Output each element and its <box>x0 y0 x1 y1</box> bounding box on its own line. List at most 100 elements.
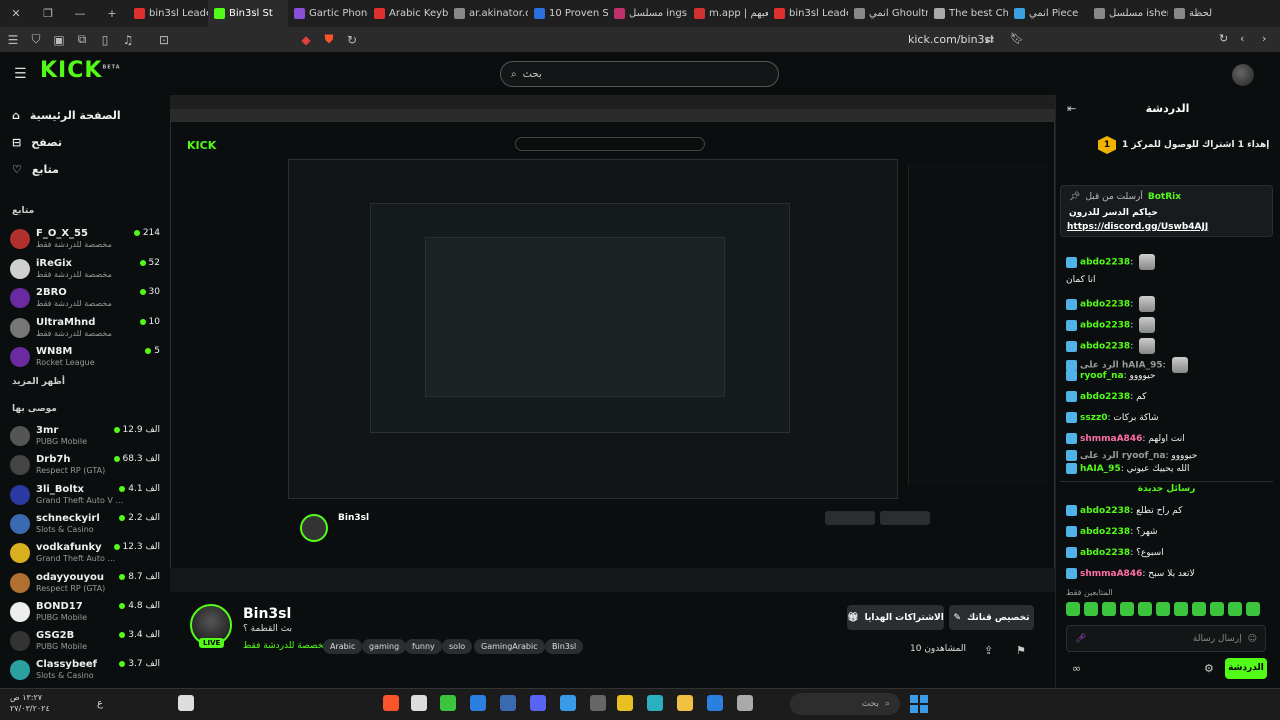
address-bar[interactable]: kick.com/bin3sl <box>908 33 993 46</box>
sidebar-channel[interactable]: schneckyirl Slots & Casino الف 2.2 <box>10 511 160 539</box>
chat-username[interactable]: shmmaA846 <box>1080 434 1142 444</box>
start-button[interactable] <box>910 695 928 713</box>
chat-message[interactable]: hAIA_95: الله يحييك عيوني <box>1066 463 1189 474</box>
sidebar-channel[interactable]: GSG2B PUBG Mobile الف 3.4 <box>10 628 160 656</box>
browser-tab[interactable]: مسلسل isher <box>1088 0 1168 27</box>
sidebar-channel[interactable]: 2BRO مخصصة للدردشة فقط 30 <box>10 285 160 313</box>
chat-message[interactable]: abdo2238: <box>1066 296 1156 312</box>
chat-message[interactable]: sszz0: شاكة بركات <box>1066 412 1159 423</box>
gift-leaderboard[interactable]: 1 إهداء 1 اشتراك للوصول للمركز 1 <box>1098 136 1269 154</box>
sidebar-channel[interactable]: 3mr PUBG Mobile الف 12.9 <box>10 423 160 451</box>
stream-tag[interactable]: funny <box>405 639 442 654</box>
menu-icon[interactable]: ☰ <box>14 66 27 82</box>
emoji-icon[interactable]: ☺ <box>1248 634 1257 644</box>
sidebar-channel[interactable]: Drb7h Respect RP (GTA) الف 68.3 <box>10 452 160 480</box>
brave-icon[interactable] <box>383 695 399 711</box>
tabs-icon[interactable]: ⧉ <box>72 32 92 47</box>
music-icon[interactable]: ♫ <box>118 33 138 47</box>
chat-username[interactable]: abdo2238 <box>1080 258 1130 268</box>
stream-tag[interactable]: Arabic <box>323 639 363 654</box>
minimize-window-icon[interactable]: — <box>64 7 96 20</box>
back-icon[interactable]: ‹ <box>1240 32 1244 45</box>
notepad-icon[interactable] <box>737 695 753 711</box>
chat-username[interactable]: abdo2238 <box>1080 300 1130 310</box>
sidebar-toggle-icon[interactable]: ☰ <box>3 33 23 47</box>
chat-username[interactable]: hAIA_95 <box>1080 464 1121 474</box>
browser-tab[interactable]: The best Cha <box>928 0 1008 27</box>
chat-username[interactable]: abdo2238 <box>1080 527 1130 537</box>
sidebar-channel[interactable]: BOND17 PUBG Mobile الف 4.8 <box>10 599 160 627</box>
stream-tag[interactable]: gaming <box>362 639 407 654</box>
mic-icon[interactable]: 🎤︎ <box>1075 634 1086 644</box>
chat-message[interactable]: abdo2238: كم <box>1066 391 1146 402</box>
browser-tab[interactable]: bin3sl Leade <box>128 0 208 27</box>
sidebar-channel[interactable]: F_O_X_55 مخصصة للدردشة فقط 214 <box>10 226 160 254</box>
sidebar-channel[interactable]: iReGix مخصصة للدردشة فقط 52 <box>10 256 160 284</box>
chat-message[interactable]: انا كمان <box>1066 275 1095 285</box>
chat-message[interactable]: ryoof_na: حيوووو <box>1066 370 1155 381</box>
chat-username[interactable]: abdo2238 <box>1080 321 1130 331</box>
pinned-link[interactable]: https://discord.gg/Uswb4AJJ <box>1067 222 1208 232</box>
chat-username[interactable]: abdo2238 <box>1080 506 1130 516</box>
taskbar-clock[interactable]: ١٣:٢٧ ص ٢٧/٠٣/٢٠٢٤ <box>10 692 50 714</box>
sidebar-channel[interactable]: Classybeef Slots & Casino الف 3.7 <box>10 657 160 685</box>
chat-message[interactable]: abdo2238: <box>1066 254 1156 270</box>
bookmark-icon[interactable]: 🔖︎ <box>1010 32 1024 45</box>
refresh-icon[interactable]: ↻ <box>342 33 362 47</box>
taskbar-search[interactable]: بحث ⌕ <box>790 693 900 715</box>
clock-icon[interactable] <box>411 695 427 711</box>
chat-input[interactable]: 🎤︎ إرسال رسالة ☺ <box>1066 625 1266 652</box>
terminal-icon[interactable] <box>590 695 606 711</box>
pin-icon[interactable]: 📌︎ <box>1069 192 1080 202</box>
chat-username[interactable]: shmmaA846 <box>1080 569 1142 579</box>
chat-message[interactable]: abdo2238: شهر؟ <box>1066 526 1158 537</box>
sidebar-channel[interactable]: WN8M Rocket League 5 <box>10 344 160 372</box>
stream-tag[interactable]: Bin3sl <box>545 639 584 654</box>
chat-username[interactable]: sszz0 <box>1080 413 1107 423</box>
chat-username[interactable]: ryoof_na <box>1080 371 1124 381</box>
chat-message[interactable]: abdo2238: <box>1066 338 1156 354</box>
sidebar-nav-item[interactable]: ♡ متابع <box>12 163 59 176</box>
show-more-link[interactable]: أظهر المزيد <box>12 377 65 387</box>
folder-icon[interactable] <box>677 695 693 711</box>
search-input[interactable]: ⌕ بحث <box>500 61 779 87</box>
chat-send-button[interactable]: الدردشة <box>1225 658 1267 679</box>
browser-tab[interactable]: مسلسل ings <box>608 0 688 27</box>
share-icon[interactable]: ⇪ <box>984 644 993 657</box>
browser-tab[interactable]: Bin3sl St <box>208 0 288 27</box>
chrome-icon[interactable] <box>617 695 633 711</box>
translate-icon[interactable]: ⇄ <box>985 33 994 46</box>
browser-tab[interactable]: انمي Ghoultre <box>848 0 928 27</box>
sidebar-channel[interactable]: vodkafunky Grand Theft Auto ... الف 12.3 <box>10 540 160 568</box>
screenshot-icon[interactable]: ⊡ <box>154 33 174 47</box>
steam-icon[interactable] <box>500 695 516 711</box>
browser-tab[interactable]: Gartic Phone <box>288 0 368 27</box>
settings-icon[interactable]: ⚙ <box>1204 662 1214 675</box>
sidebar-channel[interactable]: 3li_Boltx Grand Theft Auto V ... الف 4.1 <box>10 482 160 510</box>
chat-message[interactable]: shmmaA846: لاتعد بلا سبح <box>1066 568 1195 579</box>
wallet-icon[interactable]: ▣ <box>49 33 69 47</box>
follow-icon[interactable]: ⚑ <box>1016 644 1026 657</box>
reload-icon[interactable]: ↻ <box>1219 32 1228 45</box>
vpn-icon[interactable] <box>470 695 486 711</box>
brave-shield-icon[interactable]: ⛊ <box>319 32 339 47</box>
browser-tab[interactable]: bin3sl Leade <box>768 0 848 27</box>
sidebar-channel[interactable]: odayyouyou Respect RP (GTA) الف 8.7 <box>10 570 160 598</box>
kick-logo[interactable]: KICKBETA <box>40 58 121 83</box>
browser-tab[interactable]: انمي Piece <box>1008 0 1088 27</box>
chat-username[interactable]: الرد على ryoof_na <box>1080 451 1165 461</box>
chat-message[interactable]: shmmaA846: انت اولهم <box>1066 433 1185 444</box>
discord-icon[interactable] <box>530 695 546 711</box>
chat-message[interactable]: abdo2238: اسبوع؟ <box>1066 547 1164 558</box>
browser-tab[interactable]: لحظة <box>1168 0 1248 27</box>
restore-window-icon[interactable]: ❐ <box>32 7 64 20</box>
edge-icon[interactable] <box>647 695 663 711</box>
reader-icon[interactable]: ▯ <box>95 33 115 47</box>
streamer-name[interactable]: Bin3sl <box>243 606 291 622</box>
stream-tag[interactable]: solo <box>442 639 473 654</box>
xbox-icon[interactable] <box>440 695 456 711</box>
new-messages-banner[interactable]: رسائل جديدة <box>1060 481 1273 494</box>
close-window-icon[interactable]: ✕ <box>0 7 32 20</box>
sidebar-nav-item[interactable]: ⊟ تصفح <box>12 136 62 149</box>
user-avatar[interactable] <box>1232 64 1254 86</box>
